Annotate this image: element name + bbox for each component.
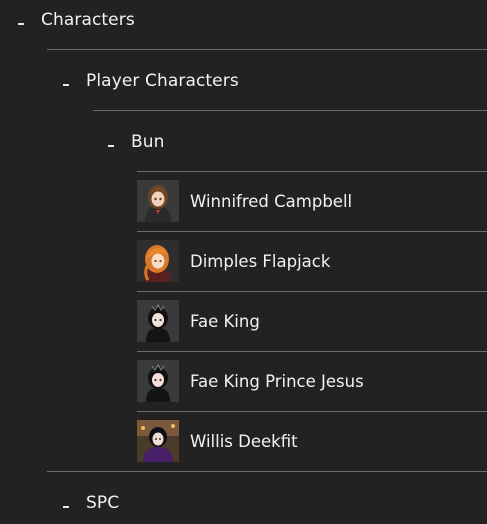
folder-label: SPC <box>86 493 120 513</box>
divider <box>93 110 487 111</box>
dark-haired-avatar <box>137 360 179 402</box>
dark-haired-avatar <box>137 300 179 342</box>
divider <box>137 171 487 172</box>
brown-haired-girl-avatar <box>137 180 179 222</box>
folder-bun[interactable]: Bun <box>108 122 165 162</box>
collapse-icon[interactable] <box>63 506 69 508</box>
folder-label: Player Characters <box>86 71 239 91</box>
character-name: Fae King Prince Jesus <box>190 371 364 391</box>
folder-characters[interactable]: Characters <box>18 0 135 40</box>
character-row-willis-deekfit[interactable]: Willis Deekfit <box>137 420 482 462</box>
divider <box>137 231 487 232</box>
character-row-winnifred-campbell[interactable]: Winnifred Campbell <box>137 180 482 222</box>
character-name: Fae King <box>190 311 260 331</box>
purple-cloaked-avatar <box>137 420 179 462</box>
character-tree: Characters Player Characters Bun Winnifr… <box>0 0 487 524</box>
character-row-fae-king-prince-jesus[interactable]: Fae King Prince Jesus <box>137 360 482 402</box>
character-row-fae-king[interactable]: Fae King <box>137 300 482 342</box>
character-name: Dimples Flapjack <box>190 251 331 271</box>
divider <box>47 471 487 472</box>
folder-spc[interactable]: SPC <box>63 483 119 523</box>
character-name: Willis Deekfit <box>190 431 298 451</box>
collapse-icon[interactable] <box>18 23 24 25</box>
collapse-icon[interactable] <box>108 145 114 147</box>
character-row-dimples-flapjack[interactable]: Dimples Flapjack <box>137 240 482 282</box>
divider <box>137 411 487 412</box>
orange-haired-girl-avatar <box>137 240 179 282</box>
character-name: Winnifred Campbell <box>190 191 353 211</box>
folder-label: Characters <box>41 10 135 30</box>
folder-player-characters[interactable]: Player Characters <box>63 61 239 101</box>
divider <box>47 49 487 50</box>
folder-label: Bun <box>131 132 165 152</box>
divider <box>137 291 487 292</box>
collapse-icon[interactable] <box>63 84 69 86</box>
divider <box>137 351 487 352</box>
